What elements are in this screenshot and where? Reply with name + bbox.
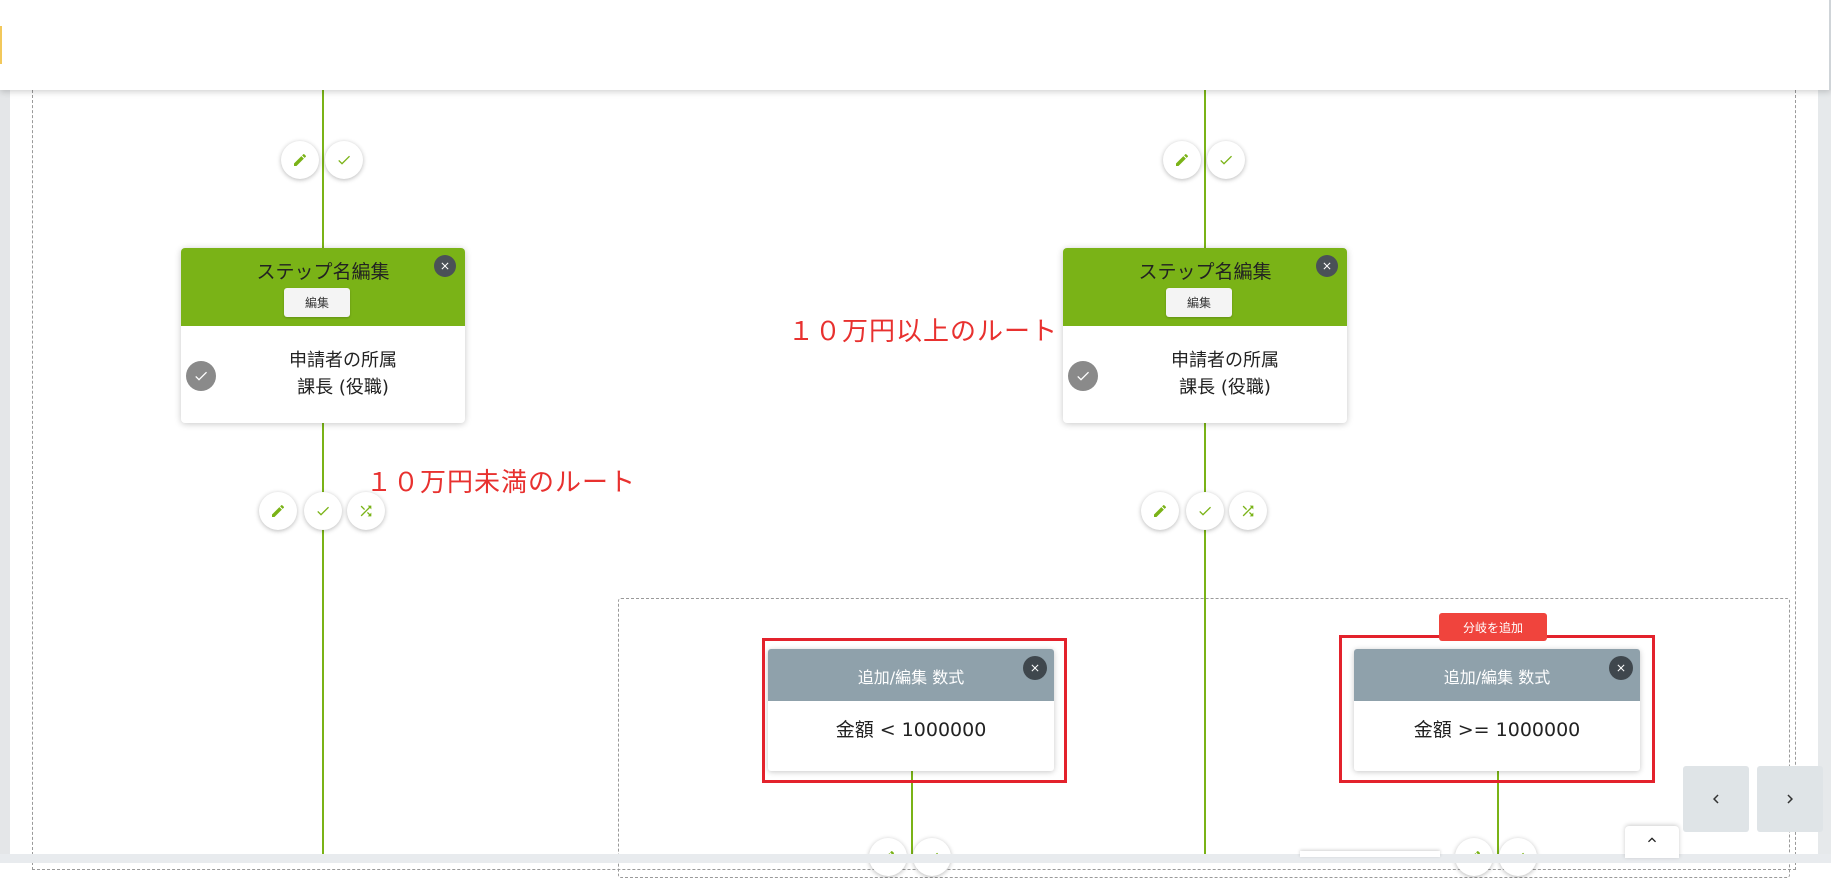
chevron-right-icon xyxy=(1787,794,1793,804)
approver-department: 申請者の所属 xyxy=(1171,350,1279,371)
step-card: ステップ名編集 編集 申請者の所属 課長 (役職) xyxy=(1063,248,1347,423)
step-title: ステップ名編集 xyxy=(1138,261,1272,283)
approver-position: 課長 (役職) xyxy=(297,377,389,398)
flow-line-right xyxy=(1204,90,1206,863)
scroll-right-button[interactable] xyxy=(1757,766,1823,832)
shuffle-icon xyxy=(360,505,372,517)
approver-position: 課長 (役職) xyxy=(1179,377,1271,398)
top-bar-accent xyxy=(0,26,2,64)
close-icon xyxy=(1323,262,1331,270)
check-icon xyxy=(1220,155,1232,165)
bottom-panel-handle[interactable] xyxy=(1300,851,1440,857)
check-icon xyxy=(338,155,350,165)
add-branch-label-button[interactable]: 分岐を追加 xyxy=(1439,613,1547,641)
approve-button[interactable] xyxy=(325,141,363,179)
close-button[interactable] xyxy=(1316,255,1338,277)
approve-button[interactable] xyxy=(1207,141,1245,179)
shuffle-icon xyxy=(1242,505,1254,517)
left-frame xyxy=(0,90,10,863)
edit-button[interactable] xyxy=(259,492,297,530)
edit-button[interactable] xyxy=(1163,141,1201,179)
bottom-scroll-track xyxy=(0,854,1831,863)
close-button[interactable] xyxy=(434,255,456,277)
step-edit-button[interactable]: 編集 xyxy=(284,288,350,317)
route-label-under: １０万円未満のルート xyxy=(366,468,637,498)
step-title: ステップ名編集 xyxy=(256,261,390,283)
step-card-header: ステップ名編集 編集 xyxy=(1063,248,1347,326)
step-card-body: 申請者の所属 課長 (役職) xyxy=(181,326,465,423)
check-icon xyxy=(1077,371,1089,381)
flow-line-left xyxy=(322,90,324,863)
close-icon xyxy=(441,262,449,270)
check-icon xyxy=(317,506,329,516)
chevron-up-icon xyxy=(1648,837,1656,843)
approver-check xyxy=(1068,361,1098,391)
step-card: ステップ名編集 編集 申請者の所属 課長 (役職) xyxy=(181,248,465,423)
approve-button[interactable] xyxy=(1186,492,1224,530)
step-card-header: ステップ名編集 編集 xyxy=(181,248,465,326)
route-label-over: １０万円以上のルート xyxy=(788,317,1059,347)
step-card-body: 申請者の所属 課長 (役職) xyxy=(1063,326,1347,423)
chevron-left-icon xyxy=(1713,794,1719,804)
scroll-top-button[interactable] xyxy=(1625,826,1679,858)
add-branch-button[interactable] xyxy=(1229,492,1267,530)
pencil-icon xyxy=(1154,504,1167,517)
pencil-icon xyxy=(1176,153,1189,166)
edit-button[interactable] xyxy=(1141,492,1179,530)
right-scroll-track xyxy=(1818,90,1831,863)
step-edit-button[interactable]: 編集 xyxy=(1166,288,1232,317)
flow-line-branch-1 xyxy=(911,770,913,863)
edit-button[interactable] xyxy=(281,141,319,179)
pencil-icon xyxy=(272,504,285,517)
highlight-frame xyxy=(762,638,1067,783)
highlight-frame xyxy=(1339,635,1655,783)
check-icon xyxy=(195,371,207,381)
top-bar xyxy=(0,0,1831,90)
pencil-icon xyxy=(294,153,307,166)
check-icon xyxy=(1199,506,1211,516)
approve-button[interactable] xyxy=(304,492,342,530)
flow-line-branch-2 xyxy=(1497,770,1499,863)
approver-department: 申請者の所属 xyxy=(289,350,397,371)
approver-check xyxy=(186,361,216,391)
scroll-left-button[interactable] xyxy=(1683,766,1749,832)
